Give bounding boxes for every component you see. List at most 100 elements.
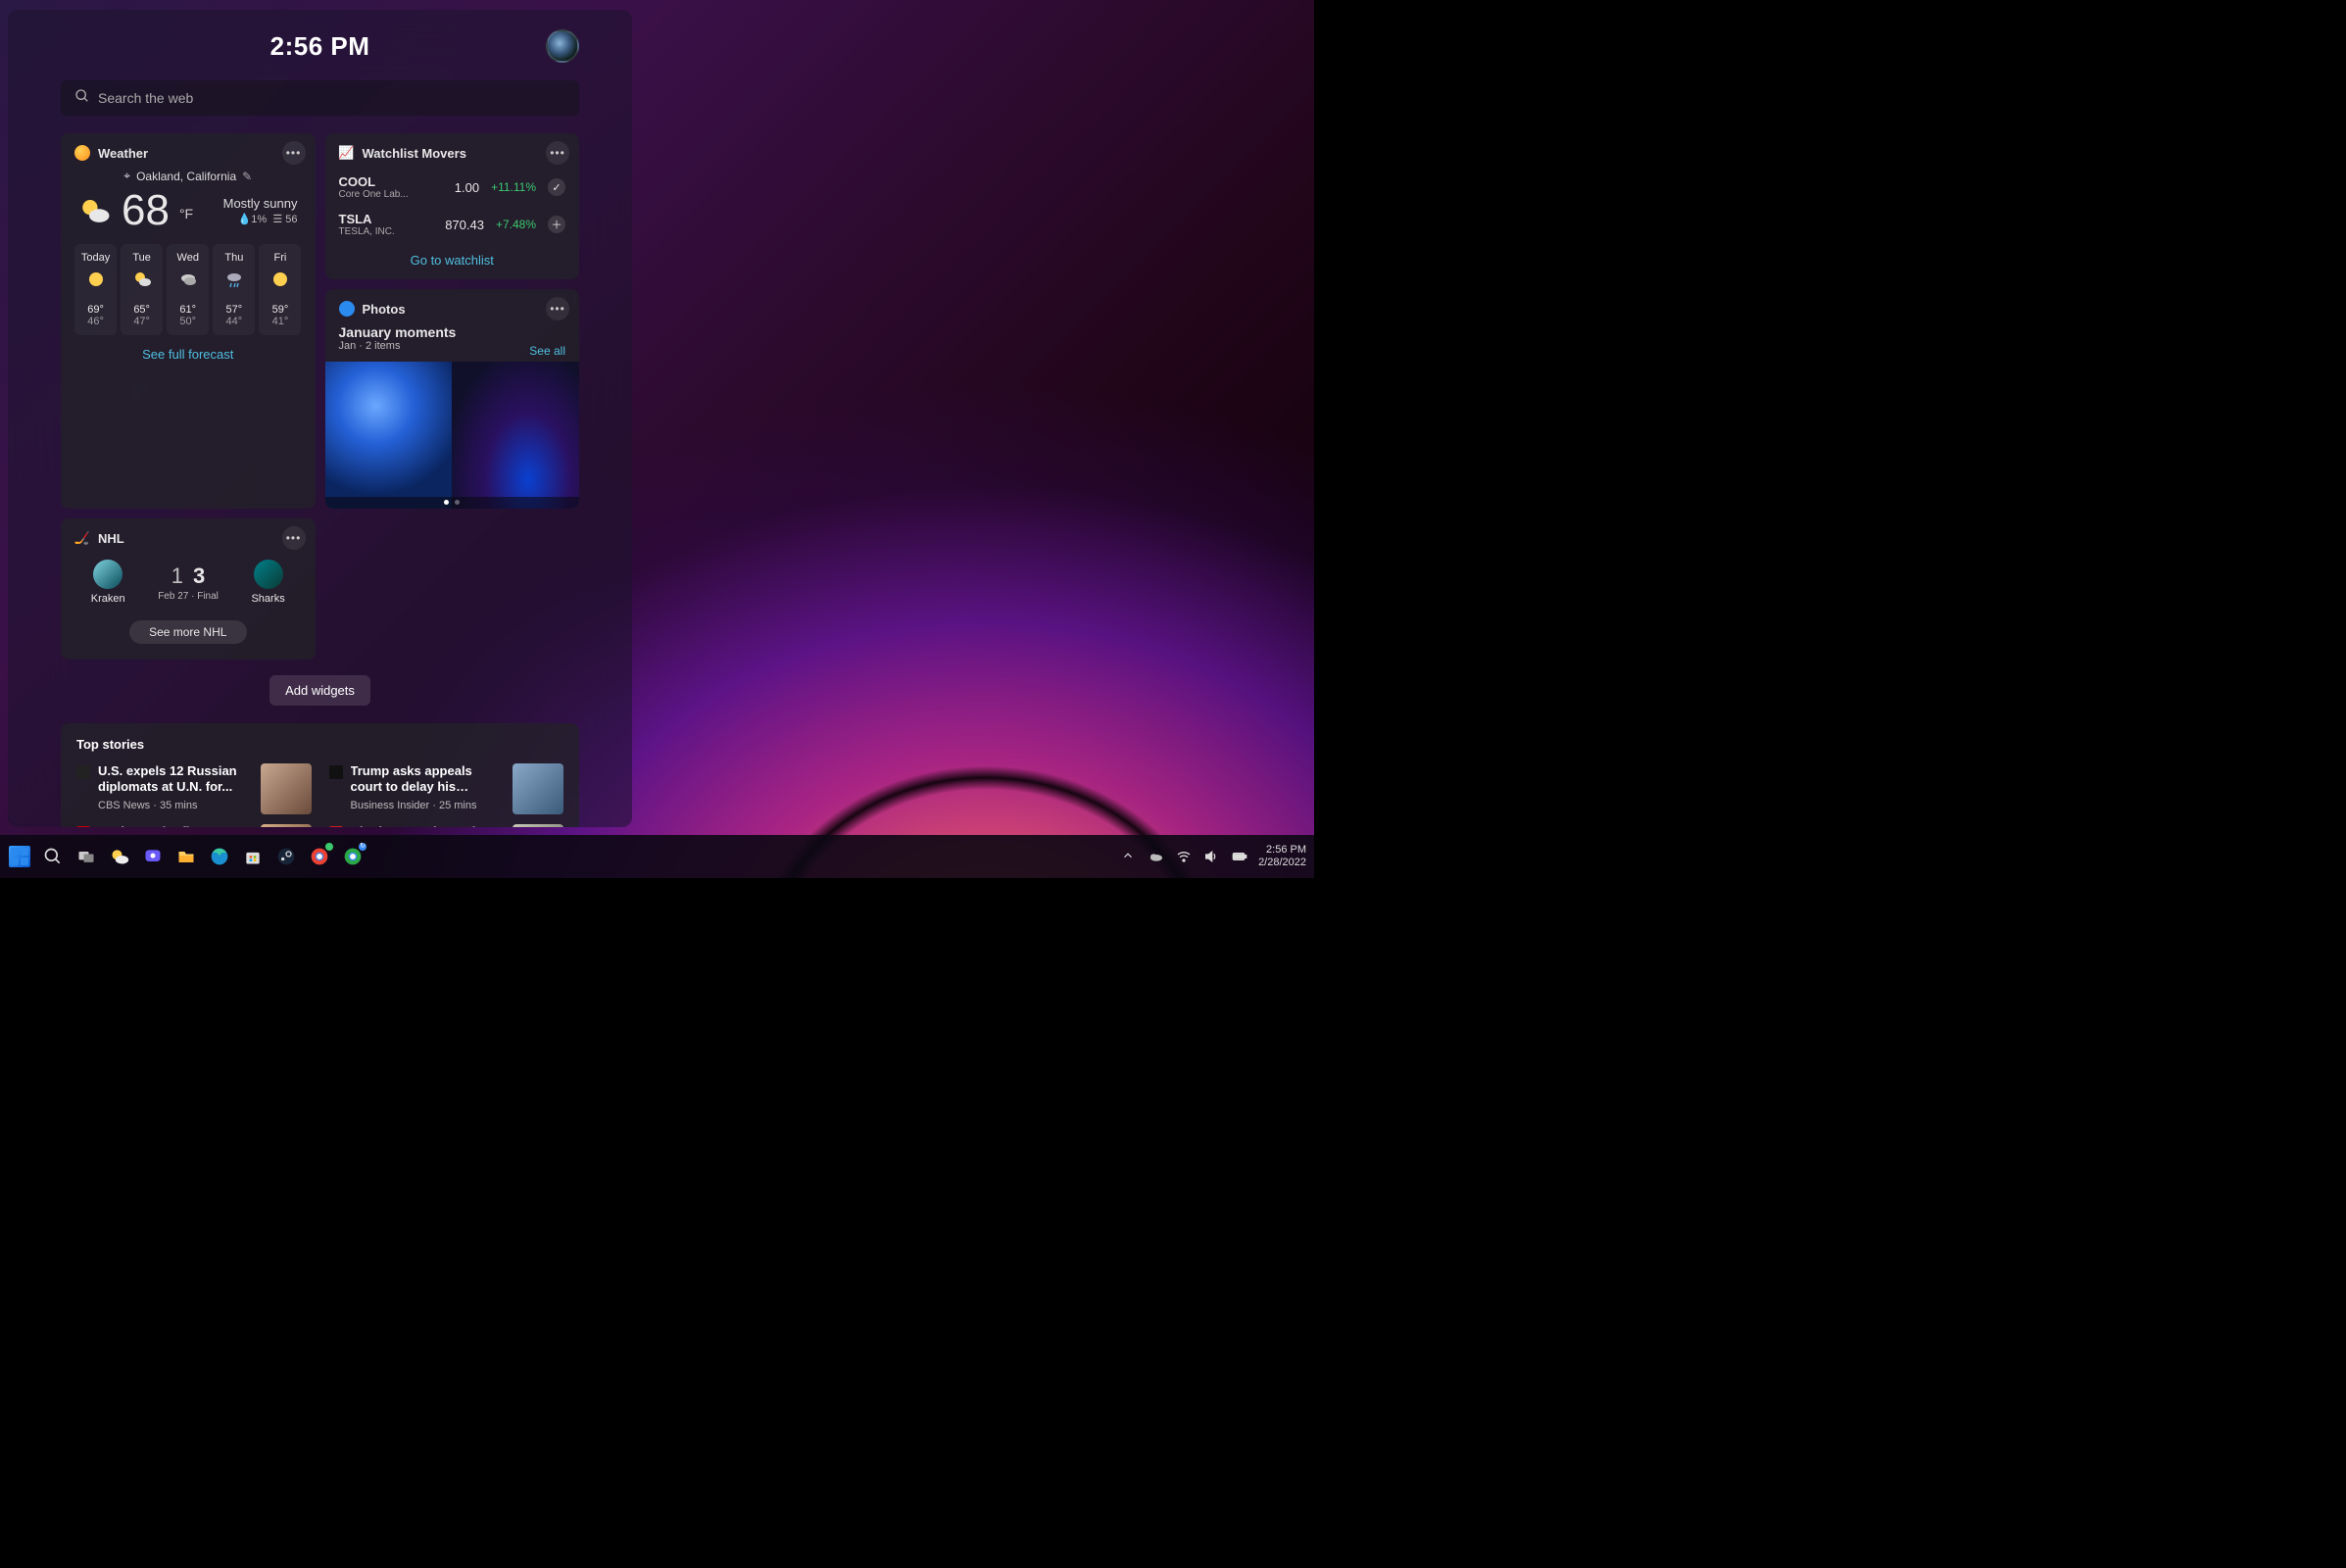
edit-location-icon[interactable]: ✎ [242, 170, 252, 183]
go-to-watchlist-link[interactable]: Go to watchlist [339, 253, 566, 268]
team2-score: 3 [193, 564, 205, 589]
search-bar[interactable] [61, 80, 579, 116]
top-stories-widget: Top stories U.S. expels 12 Russian diplo… [61, 723, 579, 827]
nhl-more-button[interactable]: ••• [282, 526, 306, 550]
wifi-tray-icon[interactable] [1176, 849, 1192, 864]
edge-browser-icon[interactable] [208, 845, 231, 868]
widgets-header: 2:56 PM [61, 22, 579, 71]
team-logo-sharks [254, 560, 283, 589]
tray-time: 2:56 PM [1258, 844, 1306, 857]
weather-widget[interactable]: Weather ••• ⌖ Oakland, California ✎ 68 °… [61, 133, 316, 509]
notification-badge-icon: ↻ [358, 842, 367, 852]
forecast-icon [178, 270, 198, 289]
check-icon[interactable]: ✓ [548, 178, 565, 196]
photos-widget[interactable]: Photos ••• January moments Jan · 2 items… [325, 289, 580, 509]
notification-badge-icon [324, 842, 334, 852]
search-icon [74, 88, 90, 109]
profile-avatar[interactable] [546, 29, 579, 63]
forecast-day[interactable]: Fri 59°41° [259, 244, 301, 335]
forecast-day[interactable]: Today 69°46° [74, 244, 117, 335]
photo-thumbnail[interactable] [325, 362, 453, 509]
steam-icon[interactable] [274, 845, 298, 868]
file-explorer-icon[interactable] [174, 845, 198, 868]
forecast-day[interactable]: Wed 61°50° [167, 244, 209, 335]
condition-text: Mostly sunny [203, 196, 297, 211]
forecast-icon [86, 270, 106, 289]
photos-more-button[interactable]: ••• [546, 297, 569, 320]
story-thumbnail [261, 824, 312, 827]
photos-seeall-link[interactable]: See all [529, 344, 565, 358]
weather-icon [74, 145, 90, 161]
onedrive-tray-icon[interactable] [1149, 849, 1164, 864]
story-thumbnail [261, 763, 312, 814]
story-item[interactable]: Trump asks appeals court to delay his te… [329, 763, 564, 814]
task-view-button[interactable] [74, 845, 98, 868]
add-icon[interactable]: ＋ [548, 216, 565, 233]
forecast-icon [132, 270, 152, 289]
team2-name: Sharks [251, 593, 284, 605]
aqi-value: 56 [285, 214, 297, 225]
story-thumbnail [513, 824, 563, 827]
add-widgets-button[interactable]: Add widgets [269, 675, 370, 706]
precip-icon: 💧 [238, 214, 252, 225]
tray-chevron-icon[interactable] [1121, 849, 1137, 864]
widgets-panel: 2:56 PM Weather ••• ⌖ Oakland, Californi… [8, 10, 632, 827]
current-condition-icon [78, 194, 112, 227]
publisher-icon [329, 826, 343, 827]
stock-row[interactable]: TSLATESLA, INC. 870.43 +7.48% ＋ [339, 206, 566, 243]
system-tray: 2:56 PM 2/28/2022 [1121, 844, 1306, 869]
photos-icon [339, 301, 355, 317]
weather-more-button[interactable]: ••• [282, 141, 306, 165]
top-stories-title: Top stories [76, 737, 563, 752]
photo-thumbnail[interactable] [452, 362, 579, 509]
chat-taskbar-icon[interactable] [141, 845, 165, 868]
story-item[interactable]: Ukraine Invasion: What to Know Today Abo… [329, 824, 564, 827]
taskbar-search-button[interactable] [41, 845, 65, 868]
aqi-icon: ☰ [272, 214, 282, 225]
publisher-icon [76, 765, 90, 779]
publisher-icon [329, 765, 343, 779]
nhl-icon: 🏒 [74, 530, 90, 546]
weather-title: Weather [98, 146, 148, 161]
see-full-forecast-link[interactable]: See full forecast [74, 347, 302, 362]
precip-value: 1% [251, 214, 267, 225]
photos-album-title: January moments [339, 324, 566, 340]
tray-clock[interactable]: 2:56 PM 2/28/2022 [1258, 844, 1306, 869]
nhl-title: NHL [98, 531, 124, 546]
forecast-icon [270, 270, 290, 289]
see-more-nhl-link[interactable]: See more NHL [129, 620, 247, 644]
weather-taskbar-icon[interactable] [108, 845, 131, 868]
microsoft-store-icon[interactable] [241, 845, 265, 868]
watchlist-title: Watchlist Movers [363, 146, 466, 161]
location-icon: ⌖ [123, 169, 130, 183]
carousel-dot[interactable] [455, 500, 460, 505]
volume-tray-icon[interactable] [1203, 849, 1219, 864]
carousel-dot[interactable] [444, 500, 449, 505]
current-temp: 68 [122, 189, 170, 232]
chrome-icon[interactable] [308, 845, 331, 868]
forecast-day[interactable]: Tue 65°47° [121, 244, 163, 335]
story-item[interactable]: U.S. expels 12 Russian diplomats at U.N.… [76, 763, 312, 814]
forecast-row: Today 69°46°Tue 65°47°Wed 61°50°Thu 57°4… [74, 244, 302, 335]
search-input[interactable] [98, 90, 565, 106]
forecast-day[interactable]: Thu 57°44° [213, 244, 255, 335]
watchlist-widget[interactable]: 📈 Watchlist Movers ••• COOLCore One Lab.… [325, 133, 580, 279]
nhl-widget[interactable]: 🏒 NHL ••• Kraken 1 3 Feb 27 · Final [61, 518, 316, 660]
watchlist-more-button[interactable]: ••• [546, 141, 569, 165]
battery-tray-icon[interactable] [1231, 849, 1246, 864]
start-button[interactable] [8, 845, 31, 868]
weather-location: Oakland, California [136, 170, 236, 183]
team1-score: 1 [171, 564, 183, 589]
stocks-icon: 📈 [339, 145, 355, 161]
forecast-icon [224, 270, 244, 289]
chrome-canary-icon[interactable]: ↻ [341, 845, 365, 868]
widgets-clock: 2:56 PM [270, 31, 370, 62]
temp-unit: °F [179, 206, 193, 221]
story-item[interactable]: Estée Lauder fires a senior executive fo… [76, 824, 312, 827]
team-logo-kraken [93, 560, 122, 589]
photos-title: Photos [363, 302, 406, 317]
team1-name: Kraken [91, 593, 125, 605]
stock-row[interactable]: COOLCore One Lab... 1.00 +11.11% ✓ [339, 169, 566, 206]
stock-rows: COOLCore One Lab... 1.00 +11.11% ✓ TSLAT… [339, 169, 566, 243]
publisher-icon [76, 826, 90, 827]
